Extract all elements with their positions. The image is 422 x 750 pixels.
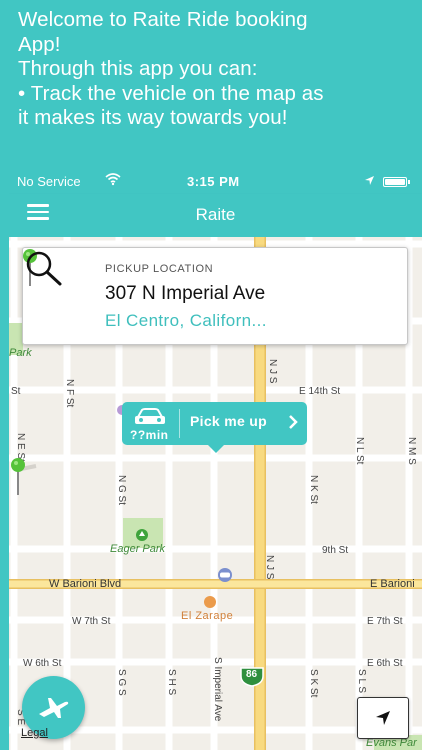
street-w-barioni: W Barioni Blvd xyxy=(49,578,122,590)
street-njs: N J S xyxy=(267,359,278,384)
callout-divider xyxy=(179,409,180,438)
green-map-pin-icon xyxy=(11,458,37,495)
airplane-icon xyxy=(39,698,69,718)
street-st-left: St xyxy=(11,386,21,397)
street-w6th: W 6th St xyxy=(23,658,62,669)
phone-screen: No Service 3:15 PM Raite E 14th St St N … xyxy=(9,168,422,750)
map-view[interactable]: E 14th St St N F St N L St N M S N E St … xyxy=(9,237,422,750)
street-e-barioni: E Barioni xyxy=(370,578,415,590)
promo-text: Welcome to Raite Ride booking App! Throu… xyxy=(18,8,413,131)
street-s-imperial: S Imperial Ave xyxy=(212,657,223,722)
location-arrow-icon xyxy=(376,711,390,725)
promo-line: Welcome to Raite Ride booking xyxy=(18,8,308,31)
promo-line: • Track the vehicle on the map as xyxy=(18,81,324,105)
location-services-icon xyxy=(365,176,374,185)
pick-me-up-label[interactable]: Pick me up xyxy=(190,413,267,429)
street-sls: S L S xyxy=(356,669,367,694)
promo-banner: Welcome to Raite Ride booking App! Throu… xyxy=(0,0,422,168)
app-screen: Welcome to Raite Ride booking App! Throu… xyxy=(0,0,422,750)
pickup-location-card[interactable]: PICKUP LOCATION 307 N Imperial Ave El Ce… xyxy=(22,247,408,345)
street-e6th: E 6th St xyxy=(367,658,403,669)
street-nf: N F St xyxy=(64,379,75,408)
route-86-shield: 86 xyxy=(246,669,258,680)
street-nms: N M S xyxy=(406,437,417,465)
battery-icon xyxy=(383,177,410,187)
search-icon[interactable] xyxy=(23,248,63,288)
street-ngs: N G St xyxy=(116,475,127,506)
el-zarape-label: El Zarape xyxy=(181,610,234,622)
wifi-icon xyxy=(105,173,121,186)
promo-line: it makes its way towards you! xyxy=(18,106,288,129)
park-left-label: Park xyxy=(9,347,32,359)
street-njs2: N J S xyxy=(264,555,275,580)
status-bar: No Service 3:15 PM xyxy=(9,168,422,194)
street-e14th: E 14th St xyxy=(299,386,341,397)
pick-me-up-callout[interactable]: ??min Pick me up xyxy=(122,402,307,453)
pickup-city: El Centro, Californ... xyxy=(105,311,267,330)
car-icon xyxy=(135,408,165,424)
pickup-location-title: PICKUP LOCATION xyxy=(105,263,214,275)
locate-me-button[interactable] xyxy=(357,697,409,739)
eta-label: ??min xyxy=(130,428,169,442)
street-nls: N L St xyxy=(354,437,365,465)
eager-park-label: Eager Park xyxy=(110,543,166,555)
street-e7th: E 7th St xyxy=(367,616,403,627)
pickup-address: 307 N Imperial Ave xyxy=(105,283,266,304)
street-sks: S K St xyxy=(308,669,319,698)
promo-line: Through this app you can: xyxy=(18,57,258,80)
promo-line: App! xyxy=(18,32,61,56)
street-w7th: W 7th St xyxy=(72,616,111,627)
carrier-label: No Service xyxy=(17,174,81,189)
clock: 3:15 PM xyxy=(187,174,240,189)
nav-title: Raite xyxy=(195,205,236,224)
street-shs: S H S xyxy=(166,669,177,696)
nav-bar: Raite xyxy=(9,194,422,237)
chevron-right-icon[interactable] xyxy=(288,414,298,430)
street-nks: N K St xyxy=(308,475,319,504)
street-sgs: S G S xyxy=(116,669,127,696)
street-9th: 9th St xyxy=(322,545,349,556)
legal-link[interactable]: Legal xyxy=(21,727,48,739)
